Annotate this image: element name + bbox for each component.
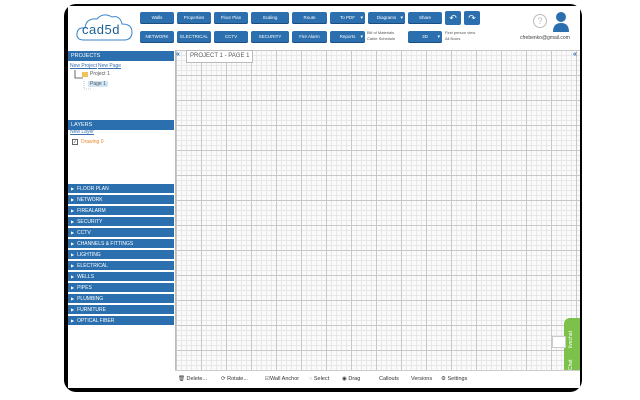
caret-right-icon: ▶	[71, 296, 75, 301]
new-layer-link[interactable]: New Layer	[70, 129, 94, 135]
callouts-button[interactable]: Callouts	[379, 376, 399, 382]
caret-right-icon: ▶	[71, 285, 75, 290]
diagrams-button[interactable]: Diagrams	[368, 12, 405, 24]
collapse-left-icon[interactable]: «	[176, 51, 180, 58]
cable-schedule-link[interactable]: Cable Schedule	[367, 36, 395, 41]
category-plumbing[interactable]: ▶ PLUMBING	[68, 294, 174, 304]
first-person-view-link[interactable]: First person view	[445, 30, 475, 35]
trash-icon: 🗑	[178, 376, 185, 382]
layer-visible-checkbox[interactable]: ✓	[72, 139, 78, 145]
caret-right-icon: ▶	[71, 197, 75, 202]
network-button[interactable]: NETWORK	[140, 31, 174, 43]
app-screen: cad5d Walls Properties Floor Plan Scalin…	[68, 6, 580, 388]
chat-minimize-icon[interactable]	[552, 336, 566, 348]
bill-of-materials-link[interactable]: Bill of Materials	[367, 30, 394, 35]
caret-right-icon: ▶	[71, 263, 75, 268]
category-electrical[interactable]: ▶ ELECTRICAL	[68, 261, 174, 271]
layer-item[interactable]: Drawing 0	[81, 139, 104, 145]
livechat-label: livechat	[568, 331, 574, 348]
help-icon[interactable]: ?	[533, 14, 547, 28]
floor-plan-button[interactable]: Floor Plan	[214, 12, 248, 24]
share-button[interactable]: Share	[408, 12, 442, 24]
undo-icon[interactable]: ↶	[445, 11, 461, 25]
route-button[interactable]: Route	[292, 12, 327, 24]
category-security[interactable]: ▶ SECURITY	[68, 217, 174, 227]
new-page-link[interactable]: New Page	[98, 63, 121, 69]
radio-selected-icon: ◉	[342, 376, 347, 382]
drag-radio[interactable]: ◉ Drag	[342, 376, 360, 382]
walls-button[interactable]: Walls	[140, 12, 174, 24]
gear-icon: ⚙	[441, 376, 446, 382]
category-cctv[interactable]: ▶ CCTV	[68, 228, 174, 238]
logo-text: cad5d	[82, 22, 120, 37]
category-channels-fittings[interactable]: ▶ CHANNELS & FITTINGS	[68, 239, 174, 249]
cctv-button[interactable]: CCTV	[214, 31, 248, 43]
reports-button[interactable]: Reports	[330, 31, 365, 43]
electrical-button[interactable]: ELECTRICAL	[177, 31, 211, 43]
wall-anchor-checkbox[interactable]: ☑Wall Anchor	[265, 376, 299, 382]
caret-right-icon: ▶	[71, 186, 75, 191]
caret-right-icon: ▶	[71, 252, 75, 257]
category-wells[interactable]: ▶ WELLS	[68, 272, 174, 282]
user-email[interactable]: cfrebenko@gmail.com	[520, 35, 570, 41]
fire-alarm-button[interactable]: Fire Alarm	[292, 31, 327, 43]
radio-empty-icon: ○	[309, 376, 313, 382]
projects-header: PROJECTS	[68, 51, 174, 61]
versions-button[interactable]: Versions	[411, 376, 432, 382]
caret-right-icon: ▶	[71, 318, 75, 323]
bottom-toolbar: 🗑 Delete... ⟳ Rotate... ☑Wall Anchor ○ S…	[175, 370, 580, 388]
category-optical-fiber[interactable]: ▶ OPTICAL FIBER	[68, 316, 174, 326]
settings-button[interactable]: ⚙ Settings	[441, 376, 467, 382]
redo-icon[interactable]: ↷	[464, 11, 480, 25]
app-header: cad5d Walls Properties Floor Plan Scalin…	[68, 6, 580, 50]
folder-icon	[82, 72, 88, 77]
caret-right-icon: ▶	[71, 307, 75, 312]
category-furniture[interactable]: ▶ FURNITURE	[68, 305, 174, 315]
category-floor-plan[interactable]: ▶ FLOOR PLAN	[68, 184, 174, 194]
caret-right-icon: ▶	[71, 230, 75, 235]
category-firealarm[interactable]: ▶ FIREALARM	[68, 206, 174, 216]
rotate-icon: ⟳	[221, 376, 226, 382]
drawing-canvas[interactable]	[175, 50, 580, 372]
security-button[interactable]: SECURITY	[251, 31, 289, 43]
rotate-button[interactable]: ⟳ Rotate...	[221, 376, 248, 382]
select-radio[interactable]: ○ Select	[309, 376, 329, 382]
new-project-link[interactable]: New Project	[70, 63, 97, 69]
collapse-right-icon[interactable]: «	[573, 51, 577, 58]
all-floors-link[interactable]: All floors	[445, 36, 460, 41]
delete-button[interactable]: 🗑 Delete...	[178, 376, 207, 382]
scaling-button[interactable]: Scaling	[251, 12, 289, 24]
3d-button[interactable]: 3D	[408, 31, 442, 43]
category-network[interactable]: ▶ NETWORK	[68, 195, 174, 205]
category-lighting[interactable]: ▶ LIGHTING	[68, 250, 174, 260]
project-tree-item[interactable]: Project 1	[90, 71, 110, 77]
caret-right-icon: ▶	[71, 219, 75, 224]
caret-right-icon: ▶	[71, 208, 75, 213]
chat-label: Chat	[568, 359, 574, 370]
category-pipes[interactable]: ▶ PIPES	[68, 283, 174, 293]
page-title-tab: PROJECT 1 - PAGE 1	[186, 50, 254, 63]
user-avatar-icon[interactable]	[552, 11, 570, 33]
to-pdf-button[interactable]: To PDF	[330, 12, 365, 24]
caret-right-icon: ▶	[71, 241, 75, 246]
properties-button[interactable]: Properties	[177, 12, 211, 24]
caret-right-icon: ▶	[71, 274, 75, 279]
page-tree-item[interactable]: Page 1	[88, 81, 108, 87]
